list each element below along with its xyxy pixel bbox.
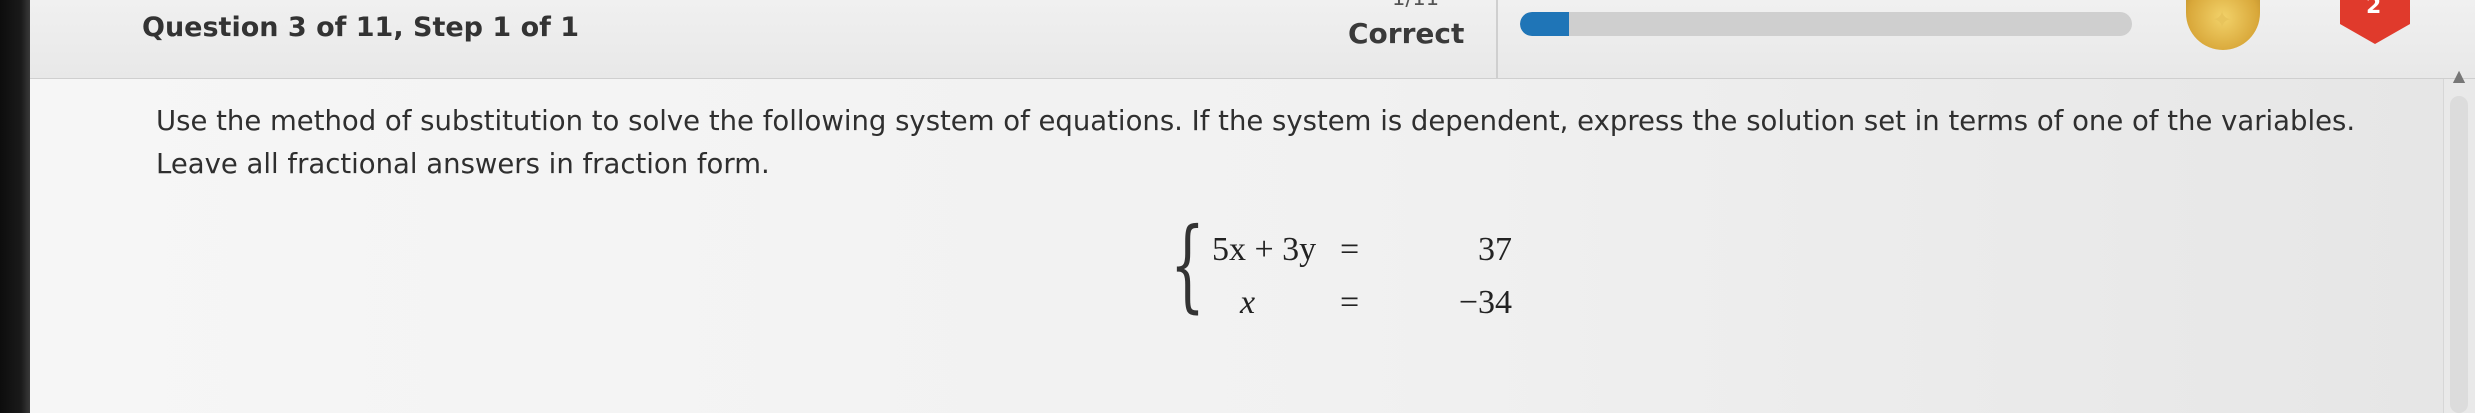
progress-bar-fill xyxy=(1520,12,1569,36)
equation-lhs: x xyxy=(1240,284,1256,321)
header-divider xyxy=(1496,0,1498,78)
score-label: 1/11 xyxy=(1392,0,1439,10)
screen-edge xyxy=(0,0,30,413)
coin-symbol-icon: ✦ xyxy=(2212,6,2233,34)
question-progress-label: Question 3 of 11, Step 1 of 1 xyxy=(142,12,580,43)
equation-rhs: 37 xyxy=(1478,231,1512,268)
equation-lhs: 5x + 3y xyxy=(1212,231,1317,268)
equals-sign: = xyxy=(1340,231,1360,268)
equals-sign: = xyxy=(1340,284,1360,321)
chevron-up-icon[interactable]: ▲ xyxy=(2446,66,2472,90)
problem-instructions: Use the method of substitution to solve … xyxy=(156,105,2356,180)
answer-status-label: Correct xyxy=(1348,17,1465,50)
equation-rhs: −34 xyxy=(1458,284,1512,321)
equation-row: x = −34 xyxy=(1212,284,1512,330)
left-brace-icon: { xyxy=(1170,206,1205,323)
scrollbar-thumb[interactable] xyxy=(2450,96,2468,413)
notification-badge-count: 2 xyxy=(2366,0,2382,19)
progress-bar xyxy=(1520,12,2132,36)
equation-system: { 5x + 3y = 37 x = −34 xyxy=(1170,215,1512,337)
equation-row: 5x + 3y = 37 xyxy=(1212,231,1512,277)
